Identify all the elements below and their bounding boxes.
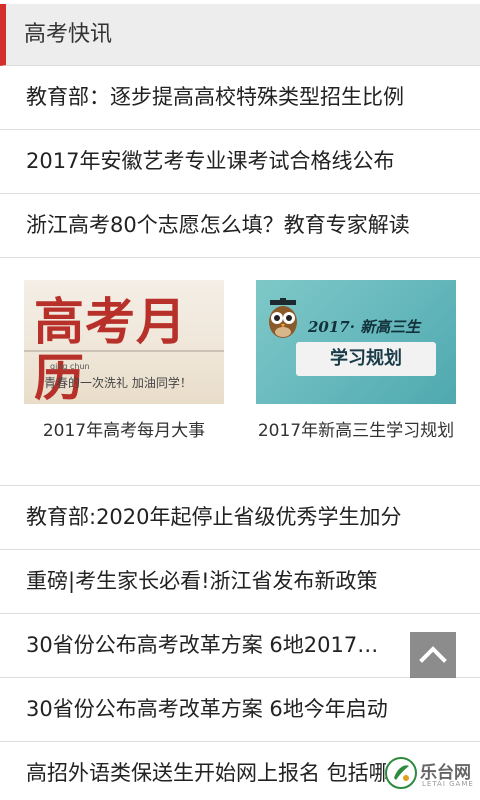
news-title: 2017年安徽艺考专业课考试合格线公布 — [26, 149, 395, 173]
watermark-logo: 乐台网 LETAI GAME — [382, 750, 480, 796]
news-title: 高招外语类保送生开始网上报名 包括哪些 — [26, 761, 386, 785]
news-item[interactable]: 2017年安徽艺考专业课考试合格线公布 — [0, 130, 480, 194]
topic-grid: 高考月历 qing chun 青春的一次洗礼 加油同学！ 2017年高考每月大事 — [0, 260, 480, 486]
chevron-up-icon — [419, 646, 447, 663]
owl-icon — [269, 298, 297, 338]
news-title: 30省份公布高考改革方案 6地今年启动 — [26, 697, 388, 721]
news-item[interactable]: 浙江高考80个志愿怎么填？教育专家解读 — [0, 194, 480, 258]
news-item[interactable]: 教育部：逐步提高高校特殊类型招生比例 — [0, 66, 480, 130]
news-item[interactable]: 30省份公布高考改革方案 6地2017年启动 — [0, 614, 480, 678]
topic-image-gaokao-calendar: 高考月历 qing chun 青春的一次洗礼 加油同学！ — [24, 280, 224, 404]
news-title: 浙江高考80个志愿怎么填？教育专家解读 — [26, 213, 410, 237]
news-item[interactable]: 重磅|考生家长必看!浙江省发布新政策 — [0, 550, 480, 614]
topic-card-gaokao-calendar[interactable]: 高考月历 qing chun 青春的一次洗礼 加油同学！ 2017年高考每月大事 — [24, 280, 224, 444]
topic-card-study-plan[interactable]: 2017· 新高三生 学习规划 2017年新高三生学习规划 — [256, 280, 456, 444]
topic-caption: 2017年新高三生学习规划 — [257, 421, 455, 441]
section-title: 高考快讯 — [24, 22, 113, 47]
news-title: 教育部:2020年起停止省级优秀学生加分 — [26, 505, 402, 529]
watermark-icon — [385, 757, 417, 789]
news-title: 30省份公布高考改革方案 6地2017年启动 — [26, 633, 386, 657]
news-item[interactable]: 30省份公布高考改革方案 6地今年启动 — [0, 678, 480, 742]
image-tagline: 青春的一次洗礼 加油同学！ — [44, 376, 192, 390]
image-pinyin: qing chun — [50, 362, 90, 371]
image-line2: 学习规划 — [296, 342, 436, 376]
image-line1: 2017· 新高三生 — [308, 318, 421, 336]
watermark-subtext: LETAI GAME — [422, 780, 474, 788]
news-title: 重磅|考生家长必看!浙江省发布新政策 — [26, 569, 378, 593]
topic-image-study-plan: 2017· 新高三生 学习规划 — [256, 280, 456, 404]
image-divider — [24, 350, 224, 352]
news-item[interactable]: 教育部:2020年起停止省级优秀学生加分 — [0, 486, 480, 550]
page: 高考快讯 教育部：逐步提高高校特殊类型招生比例 2017年安徽艺考专业课考试合格… — [0, 0, 480, 800]
topic-caption: 2017年高考每月大事 — [42, 421, 206, 441]
news-title: 教育部：逐步提高高校特殊类型招生比例 — [26, 85, 404, 109]
section-header: 高考快讯 — [0, 4, 480, 66]
back-to-top-button[interactable] — [410, 632, 456, 678]
